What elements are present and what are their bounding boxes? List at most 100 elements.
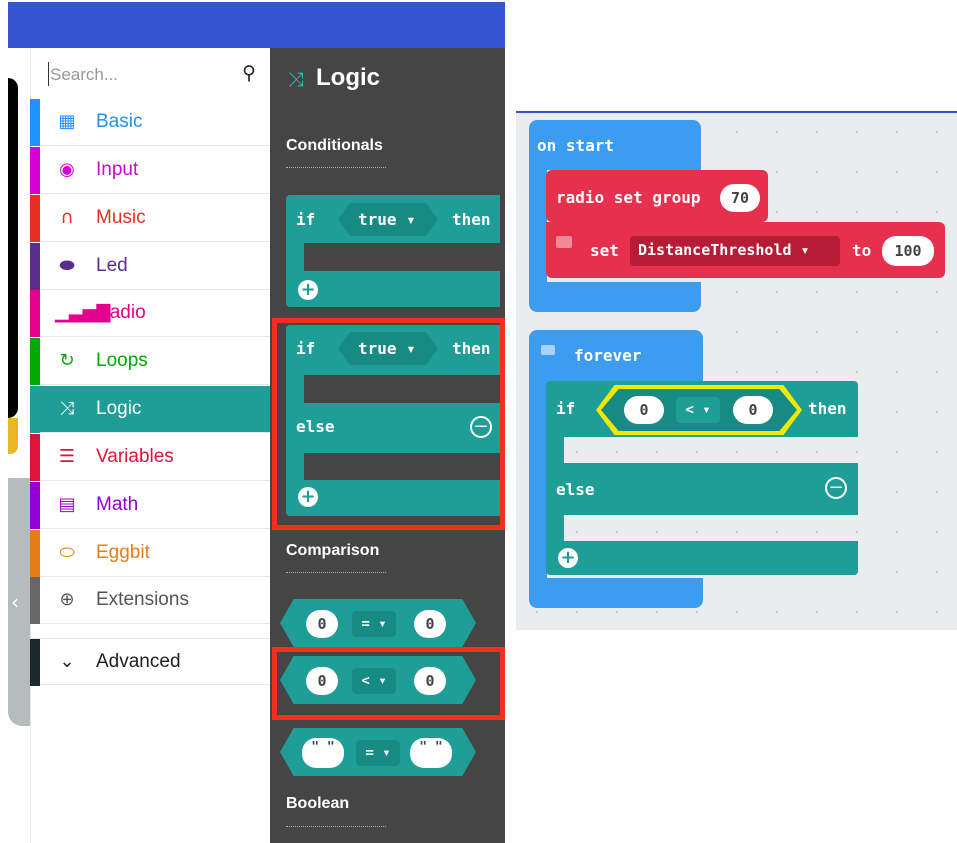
category-basic[interactable]: ▦ Basic	[30, 99, 270, 146]
grid-dot	[776, 331, 778, 333]
add-branch-icon[interactable]: +	[298, 280, 318, 300]
category-color-bar	[30, 530, 40, 577]
set-keyword: set	[590, 241, 619, 260]
category-color-bar	[30, 290, 40, 337]
category-label: Logic	[96, 398, 142, 419]
left-string[interactable]: " "	[302, 738, 344, 768]
if-keyword: if	[296, 210, 316, 229]
grid-dot	[856, 171, 858, 173]
category-color-bar	[30, 434, 40, 481]
category-math[interactable]: ▤ Math	[30, 482, 270, 529]
category-extensions[interactable]: ⊕ Extensions	[30, 577, 270, 624]
left-operand[interactable]: 0	[624, 396, 664, 424]
signal-bars-icon: ▁▃▅▇	[55, 302, 111, 323]
category-variables[interactable]: ☰ Variables	[30, 434, 270, 481]
category-label: Variables	[96, 446, 174, 467]
section-comparison: Comparison	[286, 542, 380, 559]
right-operand[interactable]: 0	[733, 396, 773, 424]
grid-dot	[896, 611, 898, 613]
category-color-bar	[30, 99, 40, 146]
category-loops[interactable]: ↻ Loops	[30, 338, 270, 385]
grid-dot	[936, 331, 938, 333]
category-input[interactable]: ◉ Input	[30, 147, 270, 194]
lines-icon: ☰	[58, 446, 76, 467]
category-color-bar	[30, 639, 40, 686]
category-label: Loops	[96, 350, 148, 371]
category-color-bar	[30, 482, 40, 529]
grid-dot	[816, 171, 818, 173]
grid-dot	[896, 211, 898, 213]
editor-header-bar	[8, 2, 505, 48]
grid-dot	[776, 371, 778, 373]
left-operand[interactable]: 0	[306, 610, 338, 638]
operator-dropdown[interactable]: < ▾	[676, 397, 720, 423]
grid-dot	[776, 211, 778, 213]
grid-dot	[736, 331, 738, 333]
grid-dot	[536, 611, 538, 613]
category-music[interactable]: ∩ Music	[30, 195, 270, 242]
remove-branch-icon[interactable]: −	[825, 477, 847, 499]
category-label: Input	[96, 159, 139, 180]
on-start-label: on start	[537, 136, 615, 155]
comment-icon[interactable]	[556, 236, 572, 248]
grid-dot	[896, 371, 898, 373]
grid-dot	[896, 331, 898, 333]
category-led[interactable]: ⬬ Led	[30, 243, 270, 290]
grid-dot	[816, 531, 818, 533]
grid-dot	[736, 531, 738, 533]
grid-dot	[936, 291, 938, 293]
grid-dot	[936, 531, 938, 533]
grid-dot	[856, 371, 858, 373]
category-logic[interactable]: ⤨ Logic	[30, 386, 270, 433]
grid-dot	[576, 451, 578, 453]
category-eggbit[interactable]: ⬭ Eggbit	[30, 530, 270, 577]
right-string[interactable]: " "	[410, 738, 452, 768]
operator-dropdown[interactable]: = ▾	[352, 611, 396, 637]
grid-dot	[616, 531, 618, 533]
grid-dot	[736, 371, 738, 373]
category-label: Music	[96, 207, 146, 228]
category-color-bar	[30, 577, 40, 624]
comment-icon[interactable]	[541, 345, 555, 355]
category-label: Eggbit	[96, 542, 150, 563]
search-input[interactable]: Search...	[50, 65, 118, 85]
group-value[interactable]: 70	[720, 184, 760, 212]
grid-dot	[816, 291, 818, 293]
headphones-icon: ∩	[60, 207, 74, 228]
highlight-less-than	[272, 647, 505, 720]
shuffle-icon: ⤨	[59, 398, 75, 419]
grid-dot	[736, 291, 738, 293]
grid-dot	[896, 571, 898, 573]
grid-dot	[936, 411, 938, 413]
category-color-bar	[30, 386, 40, 433]
category-color-bar	[30, 147, 40, 194]
gamepad-icon: ⬭	[59, 542, 75, 563]
grid-dot	[816, 371, 818, 373]
collapse-simulator-button[interactable]: ‹	[8, 478, 30, 726]
simulator-panel	[8, 78, 18, 418]
circle-dot-icon: ◉	[59, 159, 75, 180]
category-radio[interactable]: ▁▃▅▇ Radio	[30, 290, 270, 337]
set-value[interactable]: 100	[882, 236, 934, 266]
variable-dropdown[interactable]: DistanceThreshold ▾	[638, 241, 810, 259]
category-advanced[interactable]: ⌄ Advanced	[30, 638, 270, 686]
add-branch-icon[interactable]: +	[558, 548, 578, 568]
grid-dot	[936, 211, 938, 213]
grid-dot	[696, 611, 698, 613]
plus-circle-icon: ⊕	[59, 589, 75, 610]
grid-dot	[856, 451, 858, 453]
grid-dot	[936, 371, 938, 373]
grid-dot	[776, 131, 778, 133]
grid-dot	[896, 451, 898, 453]
grid-dot	[776, 451, 778, 453]
grid-dot	[656, 451, 658, 453]
toolbox-search[interactable]: Search... ⚲	[46, 58, 260, 92]
operator-dropdown[interactable]: = ▾	[356, 740, 400, 766]
right-operand[interactable]: 0	[414, 610, 446, 638]
search-icon[interactable]: ⚲	[242, 62, 256, 84]
simulator-panel-edge	[8, 418, 18, 454]
grid-dot	[816, 331, 818, 333]
grid-dot	[936, 571, 938, 573]
grid-dot	[816, 131, 818, 133]
grid-dot	[576, 611, 578, 613]
